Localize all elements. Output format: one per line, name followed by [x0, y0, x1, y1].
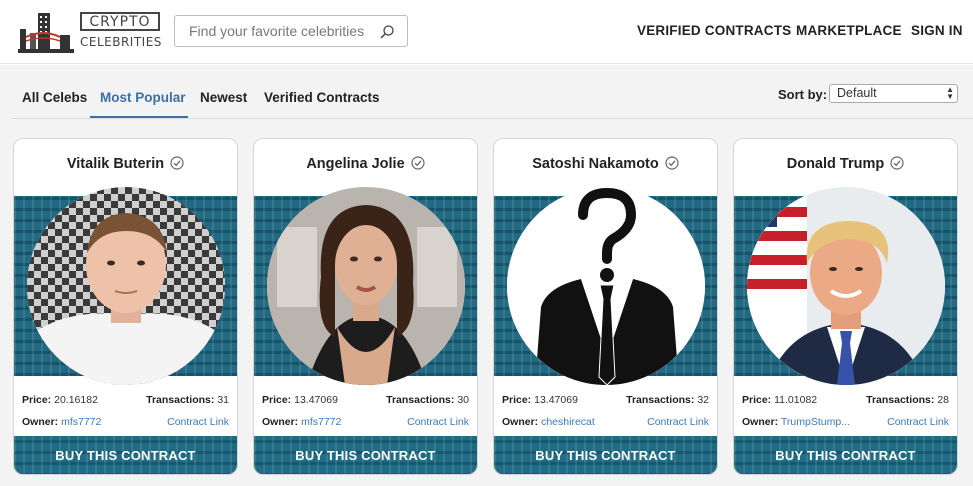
card-title: Vitalik Buterin [14, 156, 237, 172]
top-header: CRYPTO CELEBRITIES VERIFIED CONTRACTS MA… [0, 0, 973, 64]
contract-link[interactable]: Contract Link [167, 416, 229, 428]
search-box[interactable] [174, 15, 408, 47]
buy-contract-button[interactable]: BUY THIS CONTRACT [254, 436, 477, 474]
celebrity-portrait[interactable] [507, 187, 705, 385]
price-value: 11.01082 [774, 394, 818, 406]
logo-title: CRYPTO [80, 12, 160, 31]
celebrity-portrait[interactable] [747, 187, 945, 385]
celebrity-name: Satoshi Nakamoto [532, 156, 659, 172]
verified-check-icon [890, 156, 904, 170]
buy-contract-button[interactable]: BUY THIS CONTRACT [14, 436, 237, 474]
tab-all-celebs[interactable]: All Celebs [22, 90, 87, 105]
celebrity-portrait[interactable] [27, 187, 225, 385]
transactions-label: Transactions: [386, 394, 455, 406]
price-label: Price: [502, 394, 532, 406]
owner-label: Owner: [742, 416, 779, 428]
contract-link[interactable]: Contract Link [407, 416, 469, 428]
celebrity-card[interactable]: Donald Trump Price: 11.01082 Transaction… [733, 138, 958, 475]
nav-sign-in[interactable]: SIGN IN [911, 23, 963, 38]
buy-contract-button[interactable]: BUY THIS CONTRACT [494, 436, 717, 474]
celebrity-name: Vitalik Buterin [66, 156, 165, 172]
card-stats: Price: 20.16182 Transactions: 31 Owner: … [14, 386, 237, 436]
price-label: Price: [742, 394, 772, 406]
tab-newest[interactable]: Newest [200, 90, 247, 105]
celebrity-name: Donald Trump [786, 156, 885, 172]
transactions-value: 31 [217, 394, 229, 406]
tab-verified-contracts[interactable]: Verified Contracts [264, 90, 380, 105]
price-label: Price: [22, 394, 52, 406]
sort-select[interactable]: Default ▲ ▼ [829, 84, 958, 103]
owner-link[interactable]: cheshirecat [541, 416, 595, 428]
owner-link[interactable]: mfs7772 [301, 416, 341, 428]
verified-check-icon [665, 156, 679, 170]
price-value: 13.47069 [294, 394, 338, 406]
sort-select-value: Default [837, 86, 877, 100]
celebrity-name: Angelina Jolie [306, 156, 405, 172]
owner-label: Owner: [262, 416, 299, 428]
verified-check-icon [411, 156, 425, 170]
owner-link[interactable]: mfs7772 [61, 416, 101, 428]
price-value: 20.16182 [54, 394, 98, 406]
transactions-value: 28 [937, 394, 949, 406]
card-stats: Price: 13.47069 Transactions: 30 Owner: … [254, 386, 477, 436]
card-stats: Price: 13.47069 Transactions: 32 Owner: … [494, 386, 717, 436]
card-title: Angelina Jolie [254, 156, 477, 172]
owner-link[interactable]: TrumpStump... [781, 416, 850, 428]
search-input[interactable] [175, 16, 375, 46]
celebrity-card[interactable]: Angelina Jolie Price: 13.47069 Transacti… [253, 138, 478, 475]
verified-check-icon [170, 156, 184, 170]
site-logo[interactable]: CRYPTO CELEBRITIES [16, 9, 161, 55]
celebrity-portrait[interactable] [267, 187, 465, 385]
card-stats: Price: 11.01082 Transactions: 28 Owner: … [734, 386, 957, 436]
price-label: Price: [262, 394, 292, 406]
owner-label: Owner: [502, 416, 539, 428]
card-title: Satoshi Nakamoto [494, 156, 717, 172]
celebrity-card[interactable]: Satoshi Nakamoto Price: 13.47069 Transac… [493, 138, 718, 475]
card-title: Donald Trump [734, 156, 957, 172]
sort-label: Sort by: [778, 87, 828, 102]
logo-subtitle: CELEBRITIES [80, 35, 162, 49]
owner-label: Owner: [22, 416, 59, 428]
tab-most-popular[interactable]: Most Popular [100, 90, 186, 105]
transactions-label: Transactions: [146, 394, 215, 406]
nav-marketplace[interactable]: MARKETPLACE [796, 23, 902, 38]
transactions-value: 32 [697, 394, 709, 406]
transactions-value: 30 [457, 394, 469, 406]
price-value: 13.47069 [534, 394, 578, 406]
active-tab-underline [90, 116, 188, 118]
search-icon[interactable] [379, 24, 395, 40]
celebrity-card[interactable]: Vitalik Buterin Price: 20.16182 Transact… [13, 138, 238, 475]
contract-link[interactable]: Contract Link [887, 416, 949, 428]
nav-verified-contracts[interactable]: VERIFIED CONTRACTS [637, 23, 791, 38]
transactions-label: Transactions: [626, 394, 695, 406]
buy-contract-button[interactable]: BUY THIS CONTRACT [734, 436, 957, 474]
building-logo-icon [18, 13, 74, 53]
contract-link[interactable]: Contract Link [647, 416, 709, 428]
transactions-label: Transactions: [866, 394, 935, 406]
select-arrows-icon: ▲ ▼ [946, 85, 954, 101]
